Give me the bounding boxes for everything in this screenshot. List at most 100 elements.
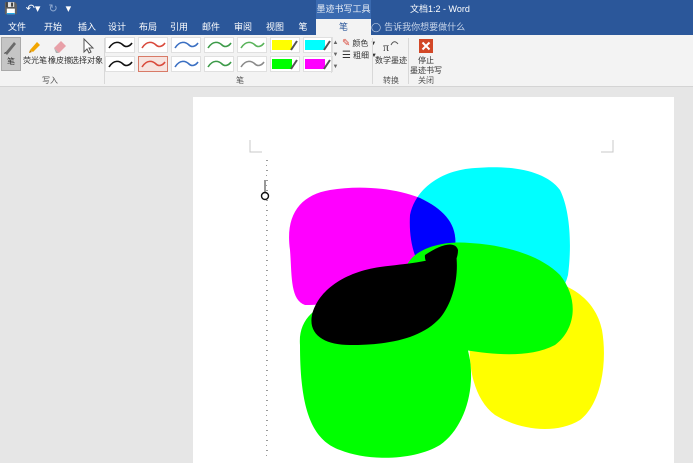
pen-swatch[interactable] <box>237 37 267 53</box>
gallery-more-icon[interactable]: ▼ <box>332 61 339 73</box>
pen-label: 笔 <box>7 57 15 66</box>
tab-home[interactable]: 开始 <box>40 19 66 35</box>
ruler-tick <box>266 435 267 436</box>
ruler-tick <box>266 425 267 426</box>
highlighter-swatch-icon <box>272 59 298 70</box>
scroll-down-icon[interactable]: ▼ <box>332 49 339 61</box>
pen-swatch[interactable] <box>204 56 234 72</box>
ruler-tick <box>266 315 267 316</box>
tab-layout[interactable]: 布局 <box>135 19 161 35</box>
pen-swatch[interactable] <box>270 37 300 53</box>
color-label: 颜色 <box>352 39 369 48</box>
tell-me-box[interactable]: ◯ 告诉我你想要做什么 <box>371 19 465 35</box>
ruler-tick <box>266 335 267 336</box>
close-icon <box>419 39 433 53</box>
ruler-tick <box>266 170 268 171</box>
gallery-scroll[interactable]: ▲ ▼ ▼ <box>331 37 339 73</box>
ruler-tick <box>266 260 268 261</box>
ruler-tick <box>266 230 268 231</box>
tab-mailings[interactable]: 邮件 <box>198 19 224 35</box>
ruler-tick <box>266 280 268 281</box>
pen-stroke-swatch-icon <box>207 41 232 49</box>
ruler-tick <box>266 340 268 341</box>
ruler-tick <box>266 235 267 236</box>
tab-ink-pen[interactable]: 笔 <box>316 19 371 35</box>
pen-swatch[interactable] <box>138 56 168 72</box>
undo-icon[interactable]: ↶▾ <box>26 2 41 17</box>
eraser-button[interactable]: 橡皮擦 <box>48 37 72 66</box>
pen-icon <box>4 42 16 55</box>
pen-swatch[interactable] <box>303 37 333 53</box>
ruler-tick <box>266 250 268 251</box>
ribbon: 笔 荧光笔 橡皮擦 选择对象 写入 ▲ ▼ ▼ ✎ 颜色 ▼ ☰ 粗细 ▼ 笔 … <box>0 35 693 87</box>
pen-stroke-swatch-icon <box>240 41 265 49</box>
tab-design[interactable]: 设计 <box>104 19 130 35</box>
tab-view[interactable]: 视图 <box>262 19 288 35</box>
ruler-tick <box>266 440 268 441</box>
pi-icon: π <box>383 40 399 54</box>
ruler-tick <box>266 220 268 221</box>
tab-insert[interactable]: 插入 <box>74 19 100 35</box>
pen-swatch[interactable] <box>171 37 201 53</box>
pen-swatch[interactable] <box>105 37 135 53</box>
ruler-tick <box>266 225 267 226</box>
pen-stroke-swatch-icon <box>141 60 166 68</box>
tell-me-placeholder: 告诉我你想要做什么 <box>384 22 466 32</box>
vertical-ruler-ticks <box>266 160 268 460</box>
eraser-icon <box>54 41 66 53</box>
ruler-tick <box>266 385 267 386</box>
customize-qat-icon[interactable]: ▾ <box>66 2 72 17</box>
select-objects-button[interactable]: 选择对象 <box>71 37 103 66</box>
ruler-tick <box>266 390 268 391</box>
pen-swatch[interactable] <box>138 37 168 53</box>
pen-stroke-swatch-icon <box>108 60 133 68</box>
scroll-up-icon[interactable]: ▲ <box>332 37 339 49</box>
pen-swatch[interactable] <box>237 56 267 72</box>
pen-swatch[interactable] <box>303 56 333 72</box>
highlighter-button[interactable]: 荧光笔 <box>23 37 47 66</box>
ruler-tick <box>266 305 267 306</box>
tab-pen[interactable]: 笔 <box>292 19 314 35</box>
pen-swatch[interactable] <box>171 56 201 72</box>
ruler-tick <box>266 365 267 366</box>
ruler-tick <box>266 265 267 266</box>
pen-swatch[interactable] <box>105 56 135 72</box>
pen-swatch[interactable] <box>204 37 234 53</box>
pen-stroke-swatch-icon <box>108 41 133 49</box>
ruler-tick <box>266 270 268 271</box>
pen-button[interactable]: 笔 <box>1 37 21 71</box>
redo-icon[interactable]: ↻ <box>48 2 57 17</box>
ruler-tick <box>266 405 267 406</box>
ink-to-math-label: 数学墨迹 <box>375 56 407 65</box>
lightbulb-icon: ◯ <box>371 22 382 32</box>
pen-stroke-swatch-icon <box>174 60 199 68</box>
ruler-tick <box>266 215 267 216</box>
ruler-tick <box>266 295 267 296</box>
ruler-tick <box>266 180 268 181</box>
group-separator <box>372 38 373 84</box>
tab-references[interactable]: 引用 <box>166 19 192 35</box>
ruler-tick <box>266 445 267 446</box>
ruler-tick <box>266 355 267 356</box>
pen-stroke-swatch-icon <box>174 41 199 49</box>
tab-review[interactable]: 审阅 <box>230 19 256 35</box>
pen-swatch[interactable] <box>270 56 300 72</box>
highlighter-icon <box>29 42 40 53</box>
save-icon[interactable]: 💾 <box>4 2 18 17</box>
tab-file[interactable]: 文件 <box>4 19 30 35</box>
ruler-tick <box>266 450 268 451</box>
ruler-tick <box>266 300 268 301</box>
pen-stroke-swatch-icon <box>141 41 166 49</box>
ruler-tick <box>266 310 268 311</box>
stop-inking-button[interactable]: 停止 墨迹书写 <box>409 37 443 76</box>
pen-stroke-swatch-icon <box>240 60 265 68</box>
ink-to-math-button[interactable]: π 数学墨迹 <box>375 37 407 66</box>
ruler-tick <box>266 205 267 206</box>
write-group-label: 写入 <box>42 76 58 85</box>
close-group-label: 关闭 <box>418 76 434 85</box>
ribbon-tab-row: 文件 开始 插入 设计 布局 引用 邮件 审阅 视图 笔 笔 ◯ 告诉我你想要做… <box>0 19 693 35</box>
convert-group-label: 转换 <box>383 76 399 85</box>
ruler-tick <box>266 410 268 411</box>
highlighter-swatch-icon <box>305 59 331 70</box>
ruler-tick <box>266 190 268 191</box>
